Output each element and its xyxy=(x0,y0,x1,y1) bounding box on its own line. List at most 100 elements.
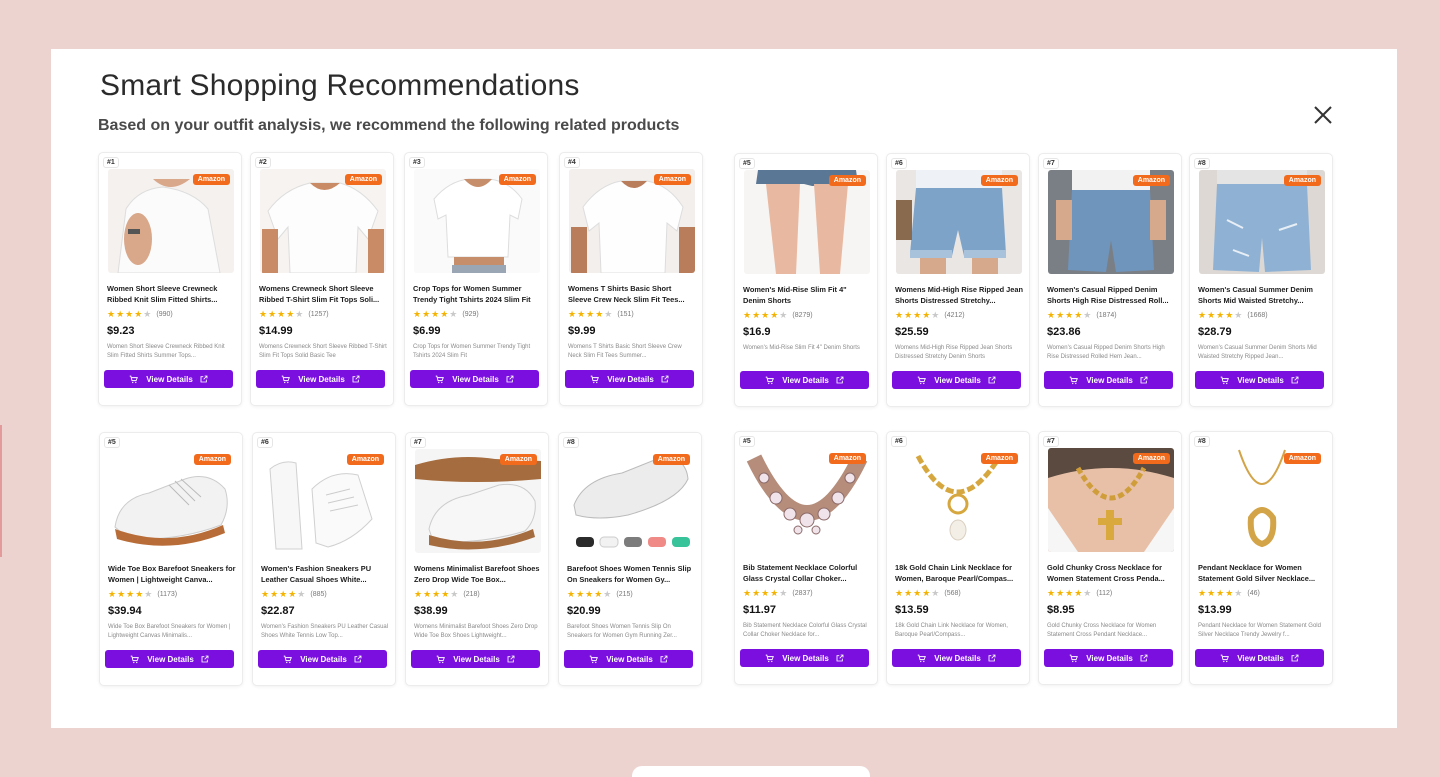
view-details-button[interactable]: View Details xyxy=(740,649,869,667)
view-details-button[interactable]: View Details xyxy=(1044,649,1173,667)
cart-icon xyxy=(130,655,140,663)
product-card[interactable]: #5 Amazon Wide Toe Box Barefoot Sneakers… xyxy=(99,432,243,686)
close-icon xyxy=(1314,106,1332,124)
product-description: Women Short Sleeve Crewneck Ribbed Knit … xyxy=(107,344,225,359)
external-link-icon xyxy=(1291,654,1299,662)
cart-icon xyxy=(1220,654,1230,662)
view-details-label: View Details xyxy=(452,374,499,384)
product-name: Women's Casual Summer Denim Shorts Mid W… xyxy=(1198,285,1313,305)
product-description: Womens Mid-High Rise Ripped Jean Shorts … xyxy=(895,345,1013,360)
external-link-icon xyxy=(988,376,996,384)
view-details-label: View Details xyxy=(453,654,500,664)
close-button[interactable] xyxy=(1311,103,1335,127)
product-image[interactable]: Amazon xyxy=(1048,448,1174,552)
product-price: $14.99 xyxy=(259,325,293,337)
product-name: Womens Mid-High Rise Ripped Jean Shorts … xyxy=(895,285,1023,305)
amazon-badge: Amazon xyxy=(652,454,690,465)
product-rating: ★★★★★ (215) xyxy=(567,589,633,600)
review-count: (46) xyxy=(1247,590,1260,597)
product-image[interactable]: Amazon xyxy=(415,449,541,553)
product-image[interactable]: Amazon xyxy=(1199,170,1325,274)
view-details-label: View Details xyxy=(298,374,345,384)
external-link-icon xyxy=(660,655,668,663)
product-rating: ★★★★★ (112) xyxy=(1047,588,1112,599)
product-description: Women's Casual Summer Denim Shorts Mid W… xyxy=(1198,345,1317,360)
product-card[interactable]: #4 Amazon Womens T Shirts Basic Short Sl… xyxy=(559,152,703,406)
view-details-button[interactable]: View Details xyxy=(564,650,693,668)
product-image[interactable]: Amazon xyxy=(744,170,870,274)
cart-icon xyxy=(590,375,600,383)
star-rating-icon: ★★★★★ xyxy=(107,309,153,319)
rank-label: #5 xyxy=(104,437,120,448)
cart-icon xyxy=(589,655,599,663)
product-name: Gold Chunky Cross Necklace for Women Sta… xyxy=(1047,563,1165,583)
product-card[interactable]: #1 Amazon Women Short Sleeve Crewneck Ri… xyxy=(98,152,242,406)
product-card[interactable]: #8 Amazon Barefoot Shoes Women Tennis Sl… xyxy=(558,432,702,686)
view-details-label: View Details xyxy=(606,654,653,664)
product-image[interactable]: Amazon xyxy=(569,169,695,273)
product-image[interactable]: Amazon xyxy=(896,170,1022,274)
view-details-button[interactable]: View Details xyxy=(740,371,869,389)
product-card[interactable]: #6 Amazon Women's Fashion Sneakers PU Le… xyxy=(252,432,396,686)
product-card[interactable]: #5 Amazon Bib Statement Necklace Colorfu… xyxy=(734,431,878,685)
review-count: (1668) xyxy=(1247,312,1268,319)
view-details-button[interactable]: View Details xyxy=(256,370,385,388)
product-image[interactable]: Amazon xyxy=(260,169,386,273)
view-details-button[interactable]: View Details xyxy=(565,370,694,388)
view-details-button[interactable]: View Details xyxy=(892,371,1021,389)
view-details-button[interactable]: View Details xyxy=(104,370,233,388)
product-card[interactable]: #7 Amazon Womens Minimalist Barefoot Sho… xyxy=(405,432,549,686)
product-card[interactable]: #8 Amazon Women's Casual Summer Denim Sh… xyxy=(1189,153,1333,407)
product-card[interactable]: #6 Amazon Womens Mid-High Rise Ripped Je… xyxy=(886,153,1030,407)
product-rating: ★★★★★ (4212) xyxy=(895,310,965,321)
product-name: Crop Tops for Women Summer Trendy Tight … xyxy=(413,284,531,304)
view-details-button[interactable]: View Details xyxy=(410,370,539,388)
rank-label: #8 xyxy=(563,437,579,448)
product-image[interactable]: Amazon xyxy=(262,449,388,553)
view-details-label: View Details xyxy=(934,653,981,663)
view-details-button[interactable]: View Details xyxy=(258,650,387,668)
rank-label: #1 xyxy=(103,157,119,168)
product-rating: ★★★★★ (885) xyxy=(261,589,327,600)
product-name: Bib Statement Necklace Colorful Glass Cr… xyxy=(743,563,858,583)
product-card[interactable]: #2 Amazon Womens Crewneck Short Sleeve R… xyxy=(250,152,394,406)
review-count: (112) xyxy=(1096,590,1113,597)
cart-icon xyxy=(917,376,927,384)
product-price: $13.59 xyxy=(895,604,929,616)
amazon-badge: Amazon xyxy=(1132,175,1170,186)
star-rating-icon: ★★★★★ xyxy=(1047,588,1093,598)
star-rating-icon: ★★★★★ xyxy=(567,589,613,599)
cart-icon xyxy=(765,376,775,384)
product-image[interactable]: Amazon xyxy=(1048,170,1174,274)
product-card[interactable]: #7 Amazon Gold Chunky Cross Necklace for… xyxy=(1038,431,1182,685)
amazon-badge: Amazon xyxy=(1283,453,1321,464)
product-image[interactable]: Amazon xyxy=(109,449,235,553)
product-image[interactable]: Amazon xyxy=(108,169,234,273)
product-price: $9.23 xyxy=(107,325,135,337)
view-details-button[interactable]: View Details xyxy=(411,650,540,668)
view-details-button[interactable]: View Details xyxy=(105,650,234,668)
product-description: Wide Toe Box Barefoot Sneakers for Women… xyxy=(108,624,231,639)
product-image[interactable]: Amazon xyxy=(568,449,694,553)
product-image[interactable]: Amazon xyxy=(414,169,540,273)
view-details-label: View Details xyxy=(607,374,654,384)
view-details-button[interactable]: View Details xyxy=(1195,371,1324,389)
product-card[interactable]: #6 Amazon 18k Gold Chain Link Necklace f… xyxy=(886,431,1030,685)
rank-label: #7 xyxy=(1043,436,1059,447)
product-image[interactable]: Amazon xyxy=(1199,448,1325,552)
product-rating: ★★★★★ (46) xyxy=(1198,588,1260,599)
product-image[interactable]: Amazon xyxy=(744,448,870,552)
view-details-button[interactable]: View Details xyxy=(1044,371,1173,389)
product-card[interactable]: #8 Amazon Pendant Necklace for Women Sta… xyxy=(1189,431,1333,685)
view-details-button[interactable]: View Details xyxy=(1195,649,1324,667)
product-card[interactable]: #5 Amazon Women's Mid-Rise Slim Fit 4" D… xyxy=(734,153,878,407)
cart-icon xyxy=(765,654,775,662)
view-details-button[interactable]: View Details xyxy=(892,649,1021,667)
product-image[interactable]: Amazon xyxy=(896,448,1022,552)
product-card[interactable]: #3 Amazon Crop Tops for Women Summer Tre… xyxy=(404,152,548,406)
product-description: Womens Crewneck Short Sleeve Ribbed T-Sh… xyxy=(259,344,387,359)
product-name: 18k Gold Chain Link Necklace for Women, … xyxy=(895,563,1014,583)
product-description: Womens T Shirts Basic Short Sleeve Crew … xyxy=(568,344,682,359)
amazon-badge: Amazon xyxy=(653,174,691,185)
product-card[interactable]: #7 Amazon Women's Casual Ripped Denim Sh… xyxy=(1038,153,1182,407)
